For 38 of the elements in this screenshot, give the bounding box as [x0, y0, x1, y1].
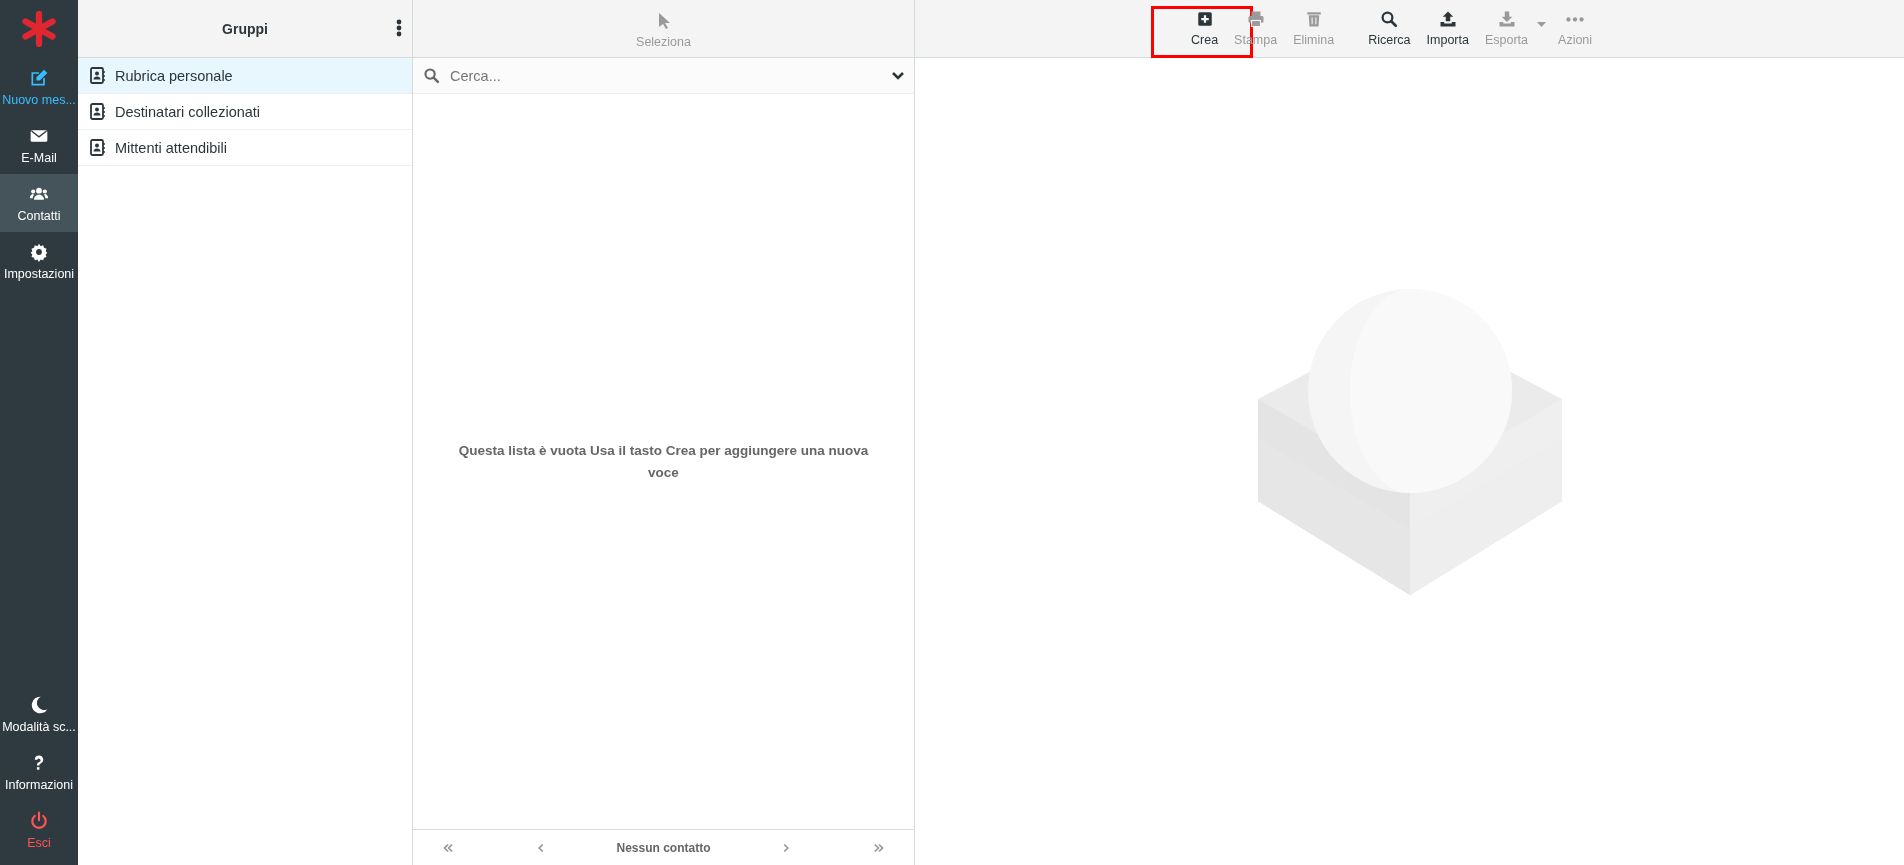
kebab-menu-icon[interactable]	[396, 19, 402, 37]
power-icon	[29, 811, 49, 831]
nav-item[interactable]: Modalità sc...	[0, 685, 78, 743]
address-book-icon	[90, 103, 105, 120]
nav-item[interactable]: Esci	[0, 801, 78, 859]
panel-title: Gruppi	[222, 20, 268, 37]
address-book-item[interactable]: Destinatari collezionati	[78, 94, 412, 130]
empty-list-message: Questa lista è vuota Usa il tasto Crea per aggiungere una nuova voce	[457, 441, 870, 482]
caret-icon[interactable]	[1537, 22, 1547, 28]
cursor-icon	[656, 12, 671, 30]
search-icon	[423, 67, 440, 84]
printer-icon	[1246, 10, 1265, 28]
nav-item[interactable]: Informazioni	[0, 743, 78, 801]
plus-square-icon	[1195, 10, 1214, 28]
settings-icon	[29, 242, 49, 262]
search-input[interactable]: Cerca...	[448, 66, 884, 85]
upload-icon	[1438, 10, 1457, 28]
toolbar-button[interactable]: Ricerca	[1362, 0, 1417, 53]
nav-item[interactable]: E-Mail	[0, 116, 78, 174]
address-book-item[interactable]: Rubrica personale	[78, 58, 412, 94]
pager-status: Nessun contatto	[616, 840, 711, 855]
nav-item[interactable]: Nuovo mes...	[0, 58, 78, 116]
moon-icon	[29, 695, 49, 715]
address-book-icon	[90, 67, 105, 84]
toolbar-button[interactable]: Importa	[1420, 0, 1475, 53]
chevron-down-icon[interactable]	[892, 70, 904, 81]
trash-icon	[1304, 10, 1323, 28]
download-icon	[1497, 10, 1516, 28]
address-book-item[interactable]: Mittenti attendibili	[78, 130, 412, 166]
nav-item[interactable]: Contatti	[0, 174, 78, 232]
pencil-square-icon	[29, 68, 49, 88]
toolbar-button[interactable]: Crea	[1185, 0, 1225, 53]
nav-item[interactable]: Impostazioni	[0, 232, 78, 290]
more-icon	[1566, 17, 1585, 22]
search-icon	[1380, 10, 1399, 28]
address-book-icon	[90, 139, 105, 156]
search-field[interactable]: Cerca...	[413, 58, 914, 94]
asterisk-logo	[21, 11, 57, 47]
